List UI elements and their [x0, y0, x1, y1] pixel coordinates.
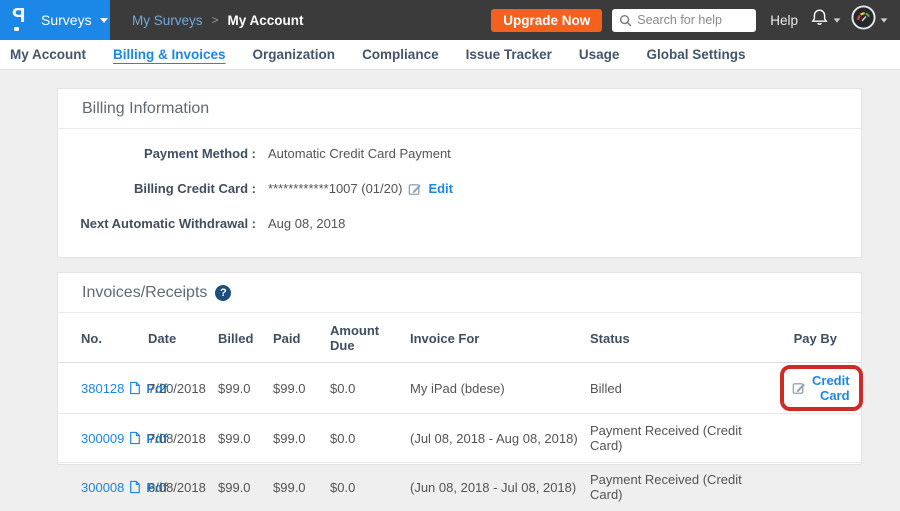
tab-my-account[interactable]: My Account: [10, 47, 86, 62]
edit-pencil-icon: [408, 182, 422, 196]
col-header-paid: Paid: [273, 313, 330, 363]
tab-billing-invoices[interactable]: Billing & Invoices: [113, 47, 226, 62]
invoices-receipts-card: Invoices/Receipts ? No. Date Billed Paid…: [57, 272, 862, 465]
help-link[interactable]: Help: [770, 13, 798, 28]
breadcrumb: My Surveys > My Account: [132, 13, 304, 28]
tab-usage[interactable]: Usage: [579, 47, 620, 62]
search-input[interactable]: [637, 13, 749, 27]
billing-credit-card-row: Billing Credit Card : ************1007 (…: [58, 181, 861, 196]
top-bar: P Surveys My Surveys > My Account Upgrad…: [0, 0, 900, 40]
invoice-amount-due: $0.0: [330, 463, 410, 511]
invoices-card-title: Invoices/Receipts: [82, 284, 207, 302]
billing-credit-card-label: Billing Credit Card :: [58, 181, 256, 196]
avatar: [851, 5, 876, 35]
invoice-date: 7/20/2018: [148, 363, 218, 414]
help-search[interactable]: [612, 9, 756, 32]
chevron-down-icon: [881, 18, 888, 22]
col-header-billed: Billed: [218, 313, 273, 363]
account-menu-button[interactable]: [851, 5, 888, 35]
next-withdrawal-label: Next Automatic Withdrawal :: [58, 216, 256, 231]
invoice-date: 7/08/2018: [148, 414, 218, 463]
bell-icon: [810, 8, 829, 32]
pay-by-credit-card-link[interactable]: Credit Card: [812, 373, 850, 403]
product-name: Surveys: [41, 12, 92, 28]
invoice-number-link[interactable]: 300008: [81, 480, 124, 495]
billing-credit-card-value: ************1007 (01/20): [268, 181, 402, 196]
account-nav-tabs: My Account Billing & Invoices Organizati…: [0, 40, 900, 70]
col-header-no: No.: [58, 313, 148, 363]
col-header-amount-due: Amount Due: [330, 313, 410, 363]
pdf-file-icon: [129, 381, 141, 395]
invoice-amount-due: $0.0: [330, 363, 410, 414]
invoice-for: My iPad (bdese): [410, 363, 590, 414]
edit-pencil-icon: [792, 381, 806, 395]
invoice-date: 6/08/2018: [148, 463, 218, 511]
breadcrumb-my-surveys[interactable]: My Surveys: [132, 13, 203, 28]
questionpro-logo-icon: P: [12, 8, 32, 32]
help-icon[interactable]: ?: [215, 285, 231, 301]
tab-organization[interactable]: Organization: [253, 47, 336, 62]
invoices-table: No. Date Billed Paid Amount Due Invoice …: [58, 313, 861, 511]
invoice-pay-by: [780, 414, 861, 463]
col-header-status: Status: [590, 313, 780, 363]
col-header-pay-by: Pay By: [780, 313, 861, 363]
invoice-paid: $99.0: [273, 363, 330, 414]
breadcrumb-current: My Account: [228, 13, 304, 28]
table-row: 380128 Pdf 7/20/2018 $99.0 $99.0 $0.0 My…: [58, 363, 861, 414]
invoice-status: Billed: [590, 363, 780, 414]
next-withdrawal-row: Next Automatic Withdrawal : Aug 08, 2018: [58, 216, 861, 231]
invoice-amount-due: $0.0: [330, 414, 410, 463]
chevron-down-icon: [100, 18, 108, 23]
invoice-billed: $99.0: [218, 463, 273, 511]
invoice-for: (Jun 08, 2018 - Jul 08, 2018): [410, 463, 590, 511]
payment-method-row: Payment Method : Automatic Credit Card P…: [58, 146, 861, 161]
billing-information-card: Billing Information Payment Method : Aut…: [57, 88, 862, 258]
invoice-status: Payment Received (Credit Card): [590, 463, 780, 511]
invoice-number-link[interactable]: 380128: [81, 381, 124, 396]
notifications-button[interactable]: [810, 8, 841, 32]
table-header-row: No. Date Billed Paid Amount Due Invoice …: [58, 313, 861, 363]
invoice-billed: $99.0: [218, 414, 273, 463]
highlight-annotation: Credit Card: [780, 365, 863, 411]
search-icon: [619, 14, 632, 27]
breadcrumb-separator-icon: >: [212, 13, 219, 27]
billing-card-title: Billing Information: [82, 100, 209, 118]
invoice-for: (Jul 08, 2018 - Aug 08, 2018): [410, 414, 590, 463]
invoice-pay-by: [780, 463, 861, 511]
payment-method-label: Payment Method :: [58, 146, 256, 161]
table-row: 300008 Pdf 6/08/2018 $99.0 $99.0 $0.0 (J…: [58, 463, 861, 511]
tab-compliance[interactable]: Compliance: [362, 47, 439, 62]
table-row: 300009 Pdf 7/08/2018 $99.0 $99.0 $0.0 (J…: [58, 414, 861, 463]
pdf-file-icon: [129, 480, 141, 494]
invoice-status: Payment Received (Credit Card): [590, 414, 780, 463]
col-header-invoice-for: Invoice For: [410, 313, 590, 363]
tab-global-settings[interactable]: Global Settings: [646, 47, 745, 62]
payment-method-value: Automatic Credit Card Payment: [268, 146, 451, 161]
pdf-file-icon: [129, 431, 141, 445]
tab-issue-tracker[interactable]: Issue Tracker: [466, 47, 552, 62]
edit-credit-card-link[interactable]: Edit: [428, 181, 453, 196]
invoice-paid: $99.0: [273, 414, 330, 463]
invoice-paid: $99.0: [273, 463, 330, 511]
invoice-number-link[interactable]: 300009: [81, 431, 124, 446]
next-withdrawal-value: Aug 08, 2018: [268, 216, 345, 231]
col-header-date: Date: [148, 313, 218, 363]
upgrade-now-button[interactable]: Upgrade Now: [491, 9, 602, 32]
product-switcher[interactable]: P Surveys: [0, 0, 110, 40]
invoice-billed: $99.0: [218, 363, 273, 414]
chevron-down-icon: [834, 18, 841, 22]
